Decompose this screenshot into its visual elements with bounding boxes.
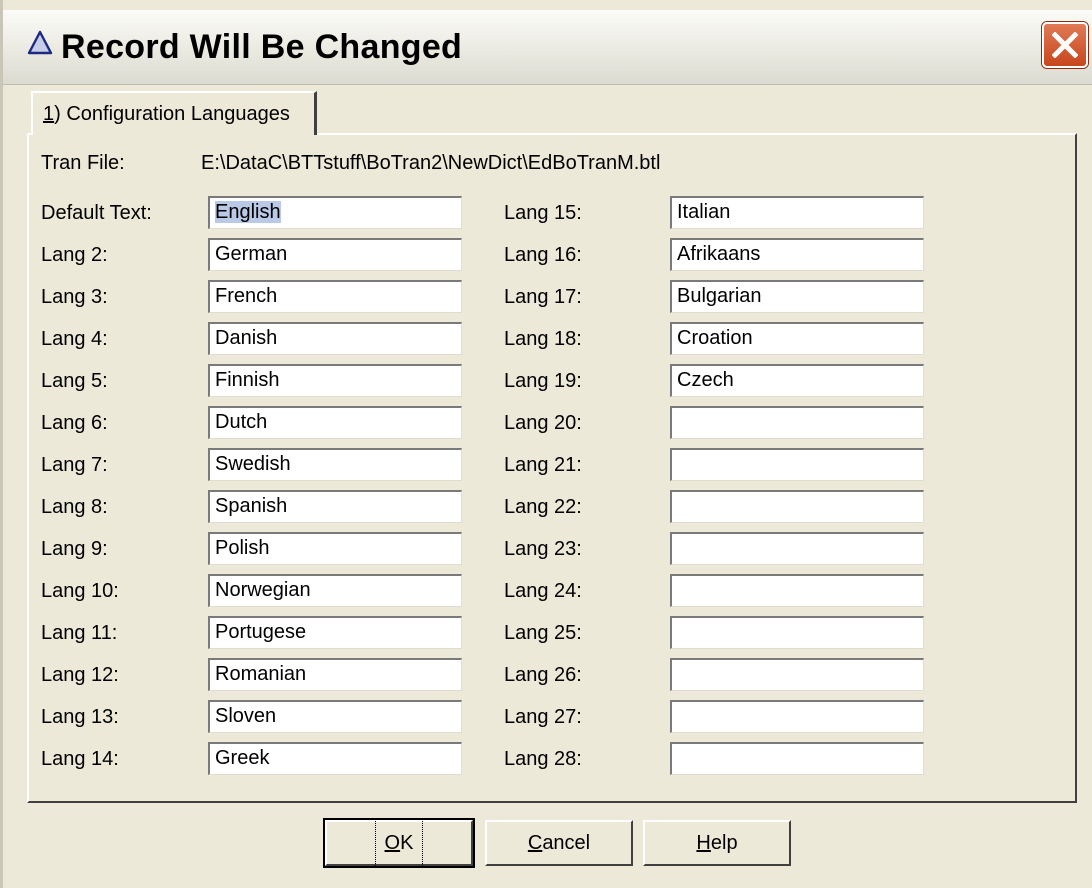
close-button[interactable] [1042,22,1088,68]
language-label: Lang 5: [41,370,108,392]
language-label: Lang 22: [504,496,582,518]
language-field[interactable] [670,532,924,565]
dialog-window: Record Will Be Changed 1) Configuration … [0,0,1092,888]
language-value: Romanian [215,663,307,685]
help-button-label: Help [696,832,738,854]
language-field[interactable]: Danish [208,322,462,355]
cancel-button-label: Cancel [527,832,591,854]
language-field[interactable]: English [208,196,462,229]
language-field[interactable]: Spanish [208,490,462,523]
language-label: Lang 4: [41,328,108,350]
language-value: Norwegian [215,579,311,601]
language-field[interactable] [670,742,924,775]
help-button[interactable]: Help [643,820,791,866]
language-value: Czech [677,369,734,391]
language-value: Portugese [215,621,307,643]
language-value: English [215,201,281,223]
tran-file-path: E:\DataC\BTTstuff\BoTran2\NewDict\EdBoTr… [201,152,661,174]
language-field[interactable]: Swedish [208,448,462,481]
language-field[interactable]: German [208,238,462,271]
language-label: Lang 8: [41,496,108,518]
warning-triangle-icon [27,30,53,55]
language-label: Lang 21: [504,454,582,476]
language-field[interactable] [670,490,924,523]
language-field[interactable]: Dutch [208,406,462,439]
language-label: Lang 24: [504,580,582,602]
language-field[interactable]: Norwegian [208,574,462,607]
language-value: Dutch [215,411,268,433]
language-value: German [215,243,288,265]
language-label: Lang 13: [41,706,119,728]
language-value: Finnish [215,369,280,391]
language-label: Lang 28: [504,748,582,770]
cancel-button[interactable]: Cancel [485,820,633,866]
language-value: Sloven [215,705,277,727]
language-label: Lang 11: [41,622,118,644]
language-label: Lang 12: [41,664,119,686]
language-value: Croation [677,327,753,349]
language-value: Swedish [215,453,291,475]
language-label: Lang 18: [504,328,582,350]
language-field[interactable] [670,574,924,607]
tab-configuration-languages[interactable]: 1) Configuration Languages [31,91,317,135]
language-label: Lang 20: [504,412,582,434]
language-label: Lang 17: [504,286,582,308]
language-label: Lang 14: [41,748,119,770]
language-field[interactable]: Croation [670,322,924,355]
window-title: Record Will Be Changed [61,28,463,66]
language-value: Danish [215,327,278,349]
language-label: Lang 6: [41,412,108,434]
language-label: Lang 19: [504,370,582,392]
language-field[interactable] [670,616,924,649]
language-label: Lang 25: [504,622,582,644]
language-label: Lang 23: [504,538,582,560]
language-label: Lang 9: [41,538,108,560]
tran-file-label: Tran File: [41,152,125,174]
language-field[interactable]: Romanian [208,658,462,691]
language-value: Afrikaans [677,243,761,265]
language-value: Greek [215,747,270,769]
language-field[interactable] [670,406,924,439]
ok-button-label: OK [374,818,424,868]
language-label: Lang 3: [41,286,108,308]
language-field[interactable]: Finnish [208,364,462,397]
language-field[interactable]: Greek [208,742,462,775]
language-field[interactable]: Czech [670,364,924,397]
language-field[interactable] [670,448,924,481]
language-field[interactable] [670,700,924,733]
language-label: Lang 2: [41,244,108,266]
language-value: Italian [677,201,731,223]
language-label: Lang 10: [41,580,119,602]
language-field[interactable]: Polish [208,532,462,565]
language-label: Lang 26: [504,664,582,686]
ok-button[interactable]: OK [325,818,473,868]
language-field[interactable]: Bulgarian [670,280,924,313]
language-field[interactable]: Italian [670,196,924,229]
language-label: Default Text: [41,202,152,224]
close-icon [1052,32,1078,58]
language-label: Lang 16: [504,244,582,266]
language-value: Polish [215,537,270,559]
language-label: Lang 7: [41,454,108,476]
language-label: Lang 15: [504,202,582,224]
title-bar[interactable]: Record Will Be Changed [3,10,1092,85]
language-field[interactable]: Portugese [208,616,462,649]
language-label: Lang 27: [504,706,582,728]
language-field[interactable] [670,658,924,691]
language-value: Spanish [215,495,288,517]
language-field[interactable]: French [208,280,462,313]
language-value: Bulgarian [677,285,762,307]
language-field[interactable]: Sloven [208,700,462,733]
tab-label: 1) Configuration Languages [43,103,290,125]
language-value: French [215,285,278,307]
language-field[interactable]: Afrikaans [670,238,924,271]
